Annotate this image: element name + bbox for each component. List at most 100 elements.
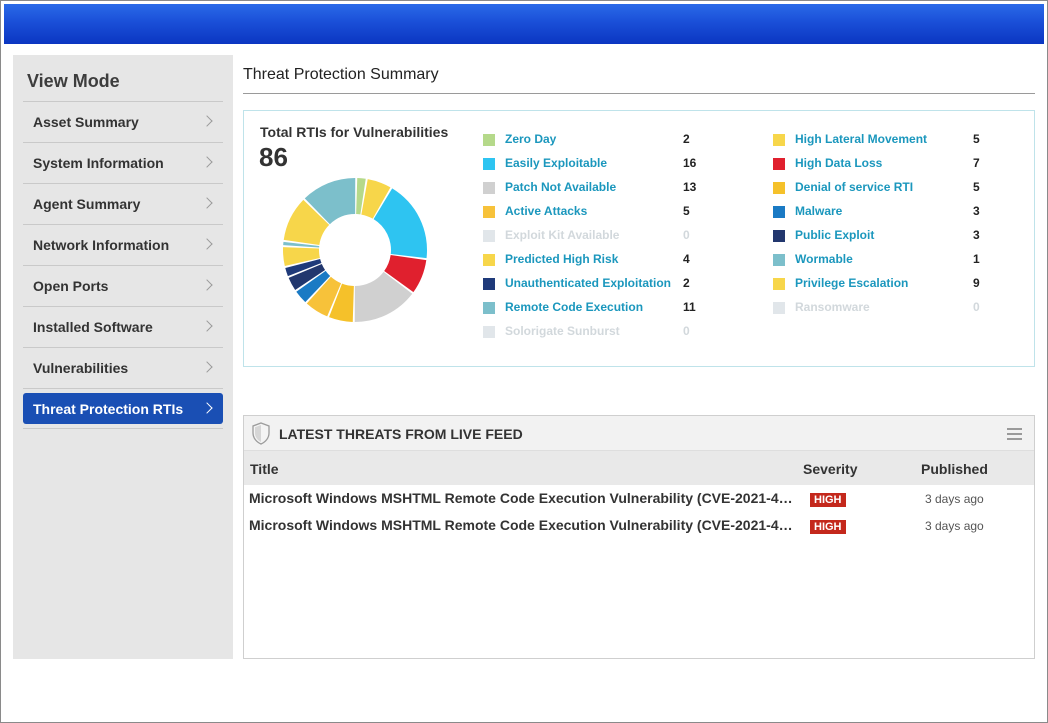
legend-swatch [773, 182, 785, 194]
legend-value: 7 [973, 156, 980, 170]
legend-item[interactable]: Privilege Escalation 9 [773, 275, 988, 299]
rti-total-count: 86 [259, 142, 288, 172]
table-row[interactable]: Microsoft Windows MSHTML Remote Code Exe… [244, 513, 1034, 540]
legend-label[interactable]: Predicted High Risk [505, 252, 618, 266]
sidebar: View Mode Asset Summary System Informati… [13, 55, 233, 659]
legend-value: 1 [973, 252, 980, 266]
page-title: Threat Protection Summary [243, 66, 439, 83]
sidebar-item-system-information[interactable]: System Information [23, 142, 223, 183]
legend-item[interactable]: Malware 3 [773, 203, 988, 227]
chevron-right-icon [201, 115, 213, 127]
sidebar-nav: Asset Summary System Information Agent S… [23, 101, 223, 429]
threat-title[interactable]: Microsoft Windows MSHTML Remote Code Exe… [249, 517, 794, 533]
legend-swatch [483, 302, 495, 314]
legend-item[interactable]: Denial of service RTI 5 [773, 179, 988, 203]
legend-label[interactable]: High Lateral Movement [795, 132, 927, 146]
legend-label[interactable]: Exploit Kit Available [505, 228, 619, 242]
legend-label[interactable]: Zero Day [505, 132, 556, 146]
legend-item[interactable]: High Data Loss 7 [773, 155, 988, 179]
legend-value: 0 [683, 228, 690, 242]
legend-value: 0 [683, 324, 690, 338]
title-bar [4, 4, 1044, 44]
legend-label[interactable]: Wormable [795, 252, 853, 266]
legend-item[interactable]: Exploit Kit Available 0 [483, 227, 698, 251]
sidebar-item-label: Network Information [33, 237, 170, 253]
legend-item[interactable]: Remote Code Execution 11 [483, 299, 698, 323]
legend-label[interactable]: Malware [795, 204, 842, 218]
legend-swatch [483, 326, 495, 338]
legend-item[interactable]: Wormable 1 [773, 251, 988, 275]
sidebar-item-open-ports[interactable]: Open Ports [23, 265, 223, 306]
sidebar-item-label: Installed Software [33, 319, 153, 335]
legend-swatch [773, 134, 785, 146]
legend-value: 16 [683, 156, 697, 170]
legend-label[interactable]: Easily Exploitable [505, 156, 607, 170]
live-feed-panel: LATEST THREATS FROM LIVE FEED Title Seve… [243, 415, 1035, 659]
table-row[interactable]: Microsoft Windows MSHTML Remote Code Exe… [244, 486, 1034, 513]
legend-item[interactable]: Predicted High Risk 4 [483, 251, 698, 275]
legend-swatch [773, 230, 785, 242]
legend-label[interactable]: Active Attacks [505, 204, 587, 218]
legend-swatch [773, 206, 785, 218]
legend-item[interactable]: Solorigate Sunburst 0 [483, 323, 698, 347]
legend-label[interactable]: Public Exploit [795, 228, 874, 242]
legend-value: 11 [683, 300, 696, 314]
chevron-right-icon [201, 197, 213, 209]
legend-item[interactable]: Zero Day 2 [483, 131, 698, 155]
legend-item[interactable]: Easily Exploitable 16 [483, 155, 698, 179]
legend-label[interactable]: Solorigate Sunburst [505, 324, 620, 338]
sidebar-item-network-information[interactable]: Network Information [23, 224, 223, 265]
shield-icon [252, 422, 270, 445]
menu-icon[interactable] [1007, 428, 1022, 440]
severity-badge: HIGH [810, 520, 846, 534]
sidebar-item-label: Agent Summary [33, 196, 141, 212]
legend-value: 3 [973, 228, 980, 242]
severity-badge: HIGH [810, 493, 846, 507]
legend-value: 5 [973, 132, 980, 146]
chevron-right-icon [201, 156, 213, 168]
sidebar-item-label: System Information [33, 155, 164, 171]
legend-label[interactable]: Patch Not Available [505, 180, 616, 194]
legend-label[interactable]: Unauthenticated Exploitation [505, 276, 671, 290]
legend-label[interactable]: Ransomware [795, 300, 870, 314]
app-window: View Mode Asset Summary System Informati… [0, 0, 1048, 723]
legend-label[interactable]: Privilege Escalation [795, 276, 908, 290]
legend-swatch [483, 158, 495, 170]
sidebar-item-agent-summary[interactable]: Agent Summary [23, 183, 223, 224]
legend-value: 4 [683, 252, 690, 266]
sidebar-item-installed-software[interactable]: Installed Software [23, 306, 223, 347]
legend-item[interactable]: High Lateral Movement 5 [773, 131, 988, 155]
legend-swatch [483, 254, 495, 266]
divider [23, 428, 223, 429]
legend-value: 5 [973, 180, 980, 194]
chevron-right-icon [201, 238, 213, 250]
legend-swatch [483, 182, 495, 194]
legend-item[interactable]: Active Attacks 5 [483, 203, 698, 227]
legend-label[interactable]: Remote Code Execution [505, 300, 643, 314]
column-header-title[interactable]: Title [250, 461, 279, 477]
legend-item[interactable]: Unauthenticated Exploitation 2 [483, 275, 698, 299]
sidebar-item-vulnerabilities[interactable]: Vulnerabilities [23, 347, 223, 388]
rti-donut-chart [283, 178, 427, 322]
legend-item[interactable]: Patch Not Available 13 [483, 179, 698, 203]
sidebar-item-label: Asset Summary [33, 114, 139, 130]
column-header-severity[interactable]: Severity [803, 461, 857, 477]
rti-total-label: Total RTIs for Vulnerabilities [260, 124, 449, 140]
column-header-published[interactable]: Published [921, 461, 988, 477]
legend-label[interactable]: Denial of service RTI [795, 180, 913, 194]
legend-value: 2 [683, 276, 690, 290]
feed-header: LATEST THREATS FROM LIVE FEED [244, 416, 1034, 451]
threat-title[interactable]: Microsoft Windows MSHTML Remote Code Exe… [249, 490, 794, 506]
chevron-right-icon [201, 320, 213, 332]
legend-value: 13 [683, 180, 697, 194]
legend-label[interactable]: High Data Loss [795, 156, 882, 170]
sidebar-item-asset-summary[interactable]: Asset Summary [23, 101, 223, 142]
sidebar-item-threat-protection-rtis[interactable]: Threat Protection RTIs [23, 393, 223, 424]
legend-value: 0 [973, 300, 980, 314]
sidebar-item-label: Open Ports [33, 278, 109, 294]
legend-swatch [483, 206, 495, 218]
feed-title: LATEST THREATS FROM LIVE FEED [279, 426, 523, 442]
legend-item[interactable]: Public Exploit 3 [773, 227, 988, 251]
divider [243, 93, 1035, 94]
legend-item[interactable]: Ransomware 0 [773, 299, 988, 323]
